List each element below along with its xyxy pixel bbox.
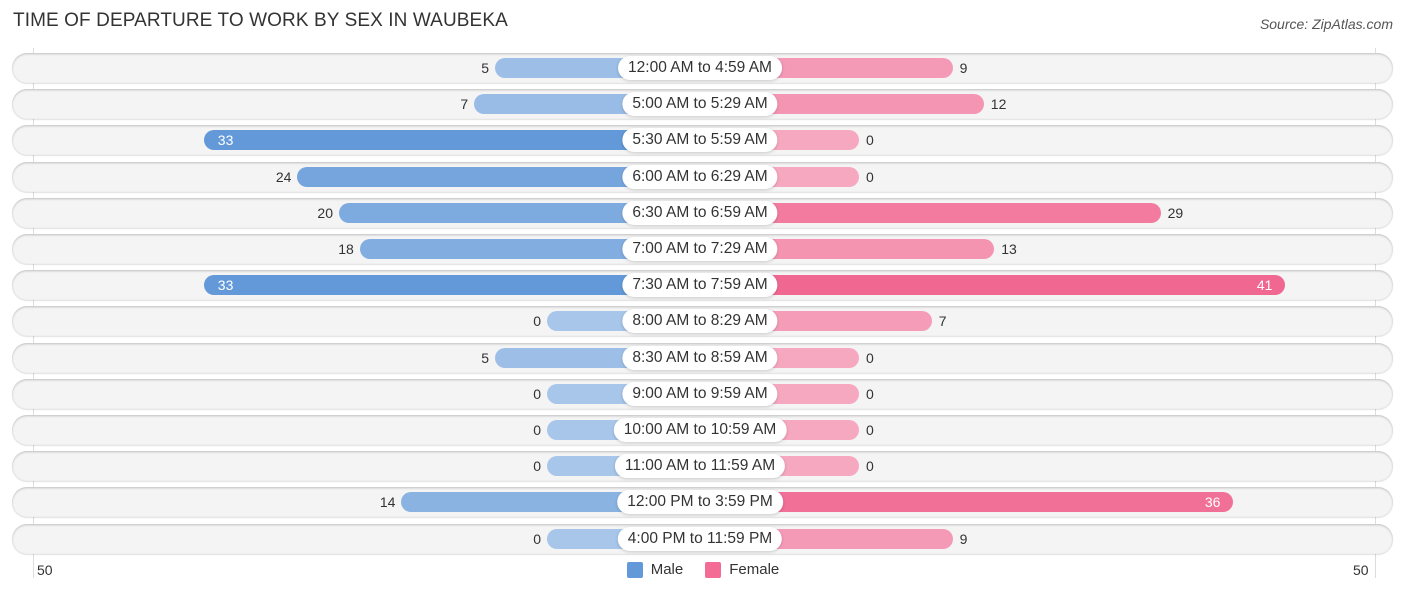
- category-label: 8:30 AM to 8:59 AM: [622, 345, 778, 370]
- category-label: 8:00 AM to 8:29 AM: [622, 309, 778, 334]
- value-label-male: 7: [460, 96, 469, 113]
- value-label-female: 9: [959, 530, 968, 547]
- value-label-male: 33: [217, 132, 234, 149]
- value-label-female: 0: [866, 458, 874, 475]
- category-label: 10:00 AM to 10:59 AM: [613, 418, 787, 442]
- value-label-male: 5: [481, 349, 489, 366]
- value-label-female: 12: [990, 96, 1007, 113]
- value-label-male: 0: [533, 458, 541, 475]
- value-label-female: 0: [866, 422, 874, 438]
- value-label-female: 7: [938, 313, 947, 330]
- legend-swatch-female: [705, 561, 722, 578]
- value-label-female: 0: [866, 132, 874, 149]
- value-label-female: 0: [866, 168, 874, 185]
- source-label: Source: ZipAtlas.com: [1259, 16, 1393, 32]
- value-label-male: 24: [275, 168, 292, 185]
- legend-swatch-male: [626, 561, 643, 578]
- value-label-female: 0: [866, 349, 874, 366]
- value-label-male: 0: [533, 313, 541, 330]
- category-label: 7:00 AM to 7:29 AM: [622, 237, 778, 261]
- legend-label-female: Female: [729, 561, 780, 578]
- legend-item-male[interactable]: Male: [626, 561, 684, 578]
- category-label: 5:00 AM to 5:29 AM: [622, 92, 778, 117]
- value-label-male: 0: [533, 530, 541, 547]
- category-label: 12:00 PM to 3:59 PM: [617, 490, 783, 515]
- value-label-male: 18: [338, 241, 354, 257]
- legend-item-female[interactable]: Female: [705, 561, 779, 578]
- value-label-female: 41: [1256, 277, 1273, 294]
- category-label: 6:30 AM to 6:59 AM: [622, 200, 778, 225]
- category-label: 9:00 AM to 9:59 AM: [622, 381, 778, 406]
- category-label: 12:00 AM to 4:59 AM: [618, 56, 782, 80]
- value-label-female: 9: [959, 60, 968, 76]
- category-label: 5:30 AM to 5:59 AM: [622, 128, 778, 153]
- value-label-female: 29: [1167, 204, 1184, 221]
- legend-label-male: Male: [650, 561, 684, 578]
- value-label-female: 0: [866, 385, 874, 402]
- value-label-male: 0: [533, 422, 541, 438]
- value-label-male: 20: [317, 204, 333, 221]
- value-label-male: 5: [481, 60, 489, 76]
- bar-female[interactable]: [703, 275, 1286, 296]
- category-label: 4:00 PM to 11:59 PM: [617, 526, 783, 551]
- value-label-male: 33: [217, 277, 234, 294]
- category-label: 11:00 AM to 11:59 AM: [614, 454, 786, 479]
- value-label-female: 13: [1001, 241, 1017, 257]
- legend: Male Female: [0, 561, 1406, 578]
- chart-title: TIME OF DEPARTURE TO WORK BY SEX IN WAUB…: [13, 10, 508, 31]
- category-label: 7:30 AM to 7:59 AM: [622, 273, 778, 298]
- value-label-male: 0: [533, 385, 541, 402]
- value-label-female: 36: [1204, 494, 1221, 511]
- category-label: 6:00 AM to 6:29 AM: [622, 164, 778, 189]
- value-label-male: 14: [379, 494, 396, 511]
